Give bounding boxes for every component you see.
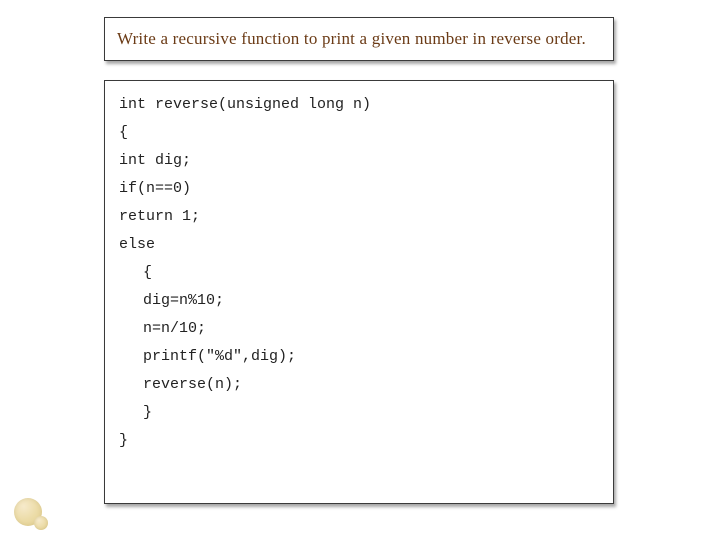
code-line: dig=n%10; — [119, 287, 599, 315]
slide: Write a recursive function to print a gi… — [0, 0, 720, 540]
code-line: { — [119, 124, 128, 141]
code-line: return 1; — [119, 208, 200, 225]
code-box: int reverse(unsigned long n) { int dig; … — [104, 80, 614, 504]
code-line: int reverse(unsigned long n) — [119, 96, 371, 113]
code-line: if(n==0) — [119, 180, 191, 197]
code-line: reverse(n); — [119, 371, 599, 399]
code-line: else — [119, 236, 155, 253]
code-line: { — [119, 259, 599, 287]
circle-icon — [14, 498, 42, 526]
title-box: Write a recursive function to print a gi… — [104, 17, 614, 61]
code-line: } — [119, 399, 599, 427]
code-block: int reverse(unsigned long n) { int dig; … — [119, 91, 599, 455]
code-line: int dig; — [119, 152, 191, 169]
decorative-circles — [14, 498, 44, 528]
code-line: } — [119, 432, 128, 449]
code-line: n=n/10; — [119, 315, 599, 343]
title-text: Write a recursive function to print a gi… — [117, 29, 586, 49]
code-line: printf("%d",dig); — [119, 343, 599, 371]
circle-icon — [34, 516, 48, 530]
